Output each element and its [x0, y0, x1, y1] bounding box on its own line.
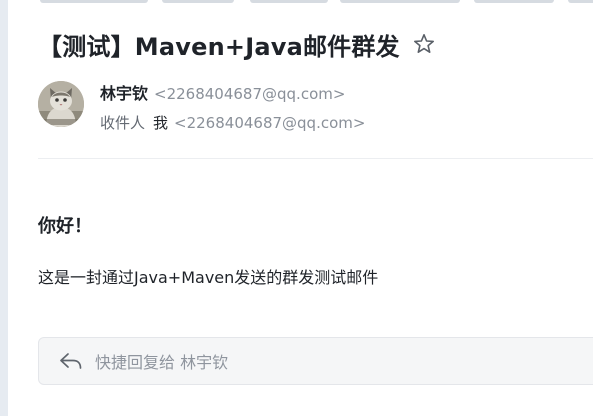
sender-row: 林宇钦 <2268404687@qq.com> [100, 80, 345, 104]
top-tab[interactable] [340, 0, 460, 3]
top-tab-strip [40, 0, 593, 3]
avatar[interactable] [38, 81, 84, 127]
subject-row: 【测试】Maven+Java邮件群发 [38, 26, 436, 62]
email-body-text: 这是一封通过Java+Maven发送的群发测试邮件 [38, 268, 379, 287]
recipient-row: 收件人 我 <2268404687@qq.com> [100, 112, 365, 133]
top-tab[interactable] [250, 0, 328, 3]
recipient-label: 收件人 [100, 114, 146, 132]
recipient-email[interactable]: <2268404687@qq.com> [174, 114, 365, 132]
quick-reply-placeholder: 快捷回复给 林宇钦 [95, 353, 229, 372]
sender-name[interactable]: 林宇钦 [100, 80, 148, 104]
sender-email[interactable]: <2268404687@qq.com> [154, 85, 345, 103]
star-icon[interactable] [412, 32, 436, 56]
top-tab[interactable] [474, 0, 554, 3]
top-tab[interactable] [568, 0, 593, 3]
cat-avatar-icon [38, 81, 84, 127]
email-subject: 【测试】Maven+Java邮件群发 [38, 32, 400, 61]
quick-reply-box[interactable]: 快捷回复给 林宇钦 [38, 337, 593, 385]
recipient-name[interactable]: 我 [153, 112, 168, 133]
left-sidebar-edge [0, 0, 8, 416]
reply-arrow-icon [59, 351, 83, 371]
top-tab[interactable] [162, 0, 234, 3]
email-greeting: 你好！ [38, 216, 92, 237]
top-tab[interactable] [40, 0, 148, 3]
header-divider [38, 158, 593, 159]
